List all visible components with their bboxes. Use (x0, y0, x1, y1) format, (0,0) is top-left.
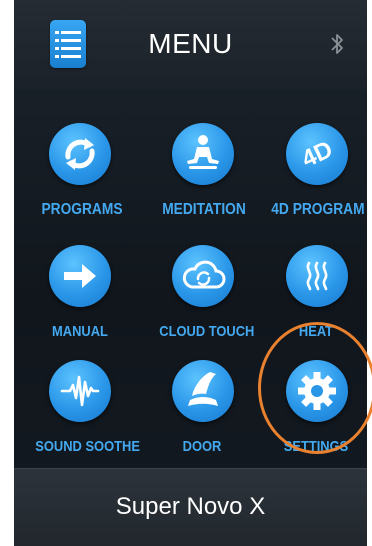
manual-label: MANUAL (52, 323, 108, 340)
tile-programs[interactable]: PROGRAMS (41, 123, 170, 243)
4d-program-button[interactable]: 4D (286, 123, 348, 185)
app-screen: MENU PROGRAMS MEDITATION 4D 4D PROGRAM M… (14, 0, 367, 546)
meditation-pose-icon (187, 135, 219, 169)
page-title: MENU (148, 28, 233, 59)
device-name: Super Novo X (115, 493, 266, 520)
top-bar: MENU (14, 0, 367, 90)
meditation-label: MEDITATION (162, 201, 246, 218)
device-bar: Super Novo X (14, 468, 367, 546)
arrow-right-icon (64, 264, 96, 288)
sound-soothe-button[interactable] (49, 360, 111, 422)
bluetooth-icon[interactable] (330, 32, 344, 56)
sound-soothe-label: SOUND SOOTHE (35, 438, 140, 455)
svg-text:4D: 4D (298, 136, 337, 173)
cloud-touch-label: CLOUD TOUCH (159, 323, 255, 340)
manual-button[interactable] (49, 245, 111, 307)
4d-icon: 4D (298, 136, 337, 173)
tile-4d-program[interactable]: 4D 4D PROGRAM (271, 123, 367, 243)
cloud-sync-icon (182, 260, 226, 289)
programs-label: PROGRAMS (41, 201, 123, 218)
heat-waves-icon (306, 261, 328, 291)
heat-button[interactable] (286, 245, 348, 307)
door-label: DOOR (182, 438, 222, 455)
refresh-arrows-icon (65, 138, 95, 170)
settings-highlight-ring (258, 322, 372, 454)
sound-wave-icon (60, 375, 100, 407)
tile-sound-soothe[interactable]: SOUND SOOTHE (35, 360, 170, 480)
tile-manual[interactable]: MANUAL (49, 245, 170, 365)
chair-recline-icon (188, 372, 218, 406)
4d-program-label: 4D PROGRAM (271, 201, 365, 218)
cloud-touch-button[interactable] (172, 245, 234, 307)
programs-button[interactable] (49, 123, 111, 185)
door-button[interactable] (172, 360, 234, 422)
tile-meditation[interactable]: MEDITATION (162, 123, 290, 243)
meditation-button[interactable] (172, 123, 234, 185)
